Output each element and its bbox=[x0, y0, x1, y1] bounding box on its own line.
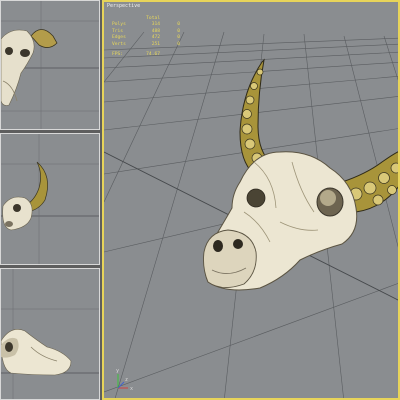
viewport-bottom-left-scene bbox=[1, 269, 99, 399]
stats-row-fps: FPS: 74.67 bbox=[112, 52, 160, 58]
axis-label-y: y bbox=[116, 368, 119, 374]
viewport-top-left-scene bbox=[1, 1, 99, 129]
nostril-right bbox=[233, 239, 243, 249]
statistics-overlay: Total Polys 314 0 Tris 488 0 Edges 472 0… bbox=[112, 16, 180, 58]
eye-socket-left bbox=[246, 188, 266, 208]
viewport-top-left[interactable] bbox=[0, 0, 100, 130]
axis-label-z: z bbox=[125, 377, 128, 383]
viewport-perspective[interactable]: y x z Perspective Total Polys 314 0 Tris… bbox=[102, 0, 400, 400]
skull-front-model bbox=[1, 29, 58, 106]
axis-gizmo: y x z bbox=[116, 368, 133, 392]
viewport-middle-left[interactable] bbox=[0, 133, 100, 265]
skull-perspective-model bbox=[203, 58, 398, 291]
skull-side-model bbox=[2, 161, 48, 231]
viewport-bottom-left[interactable] bbox=[0, 268, 100, 400]
stats-row-verts: Verts 251 0 bbox=[112, 41, 180, 47]
nostril-left bbox=[213, 240, 223, 252]
viewport-label[interactable]: Perspective bbox=[107, 3, 140, 9]
viewport-middle-left-scene bbox=[1, 134, 99, 264]
perspective-scene: y x z bbox=[104, 31, 398, 398]
axis-label-x: x bbox=[130, 386, 133, 392]
skull-top-model bbox=[1, 329, 72, 376]
